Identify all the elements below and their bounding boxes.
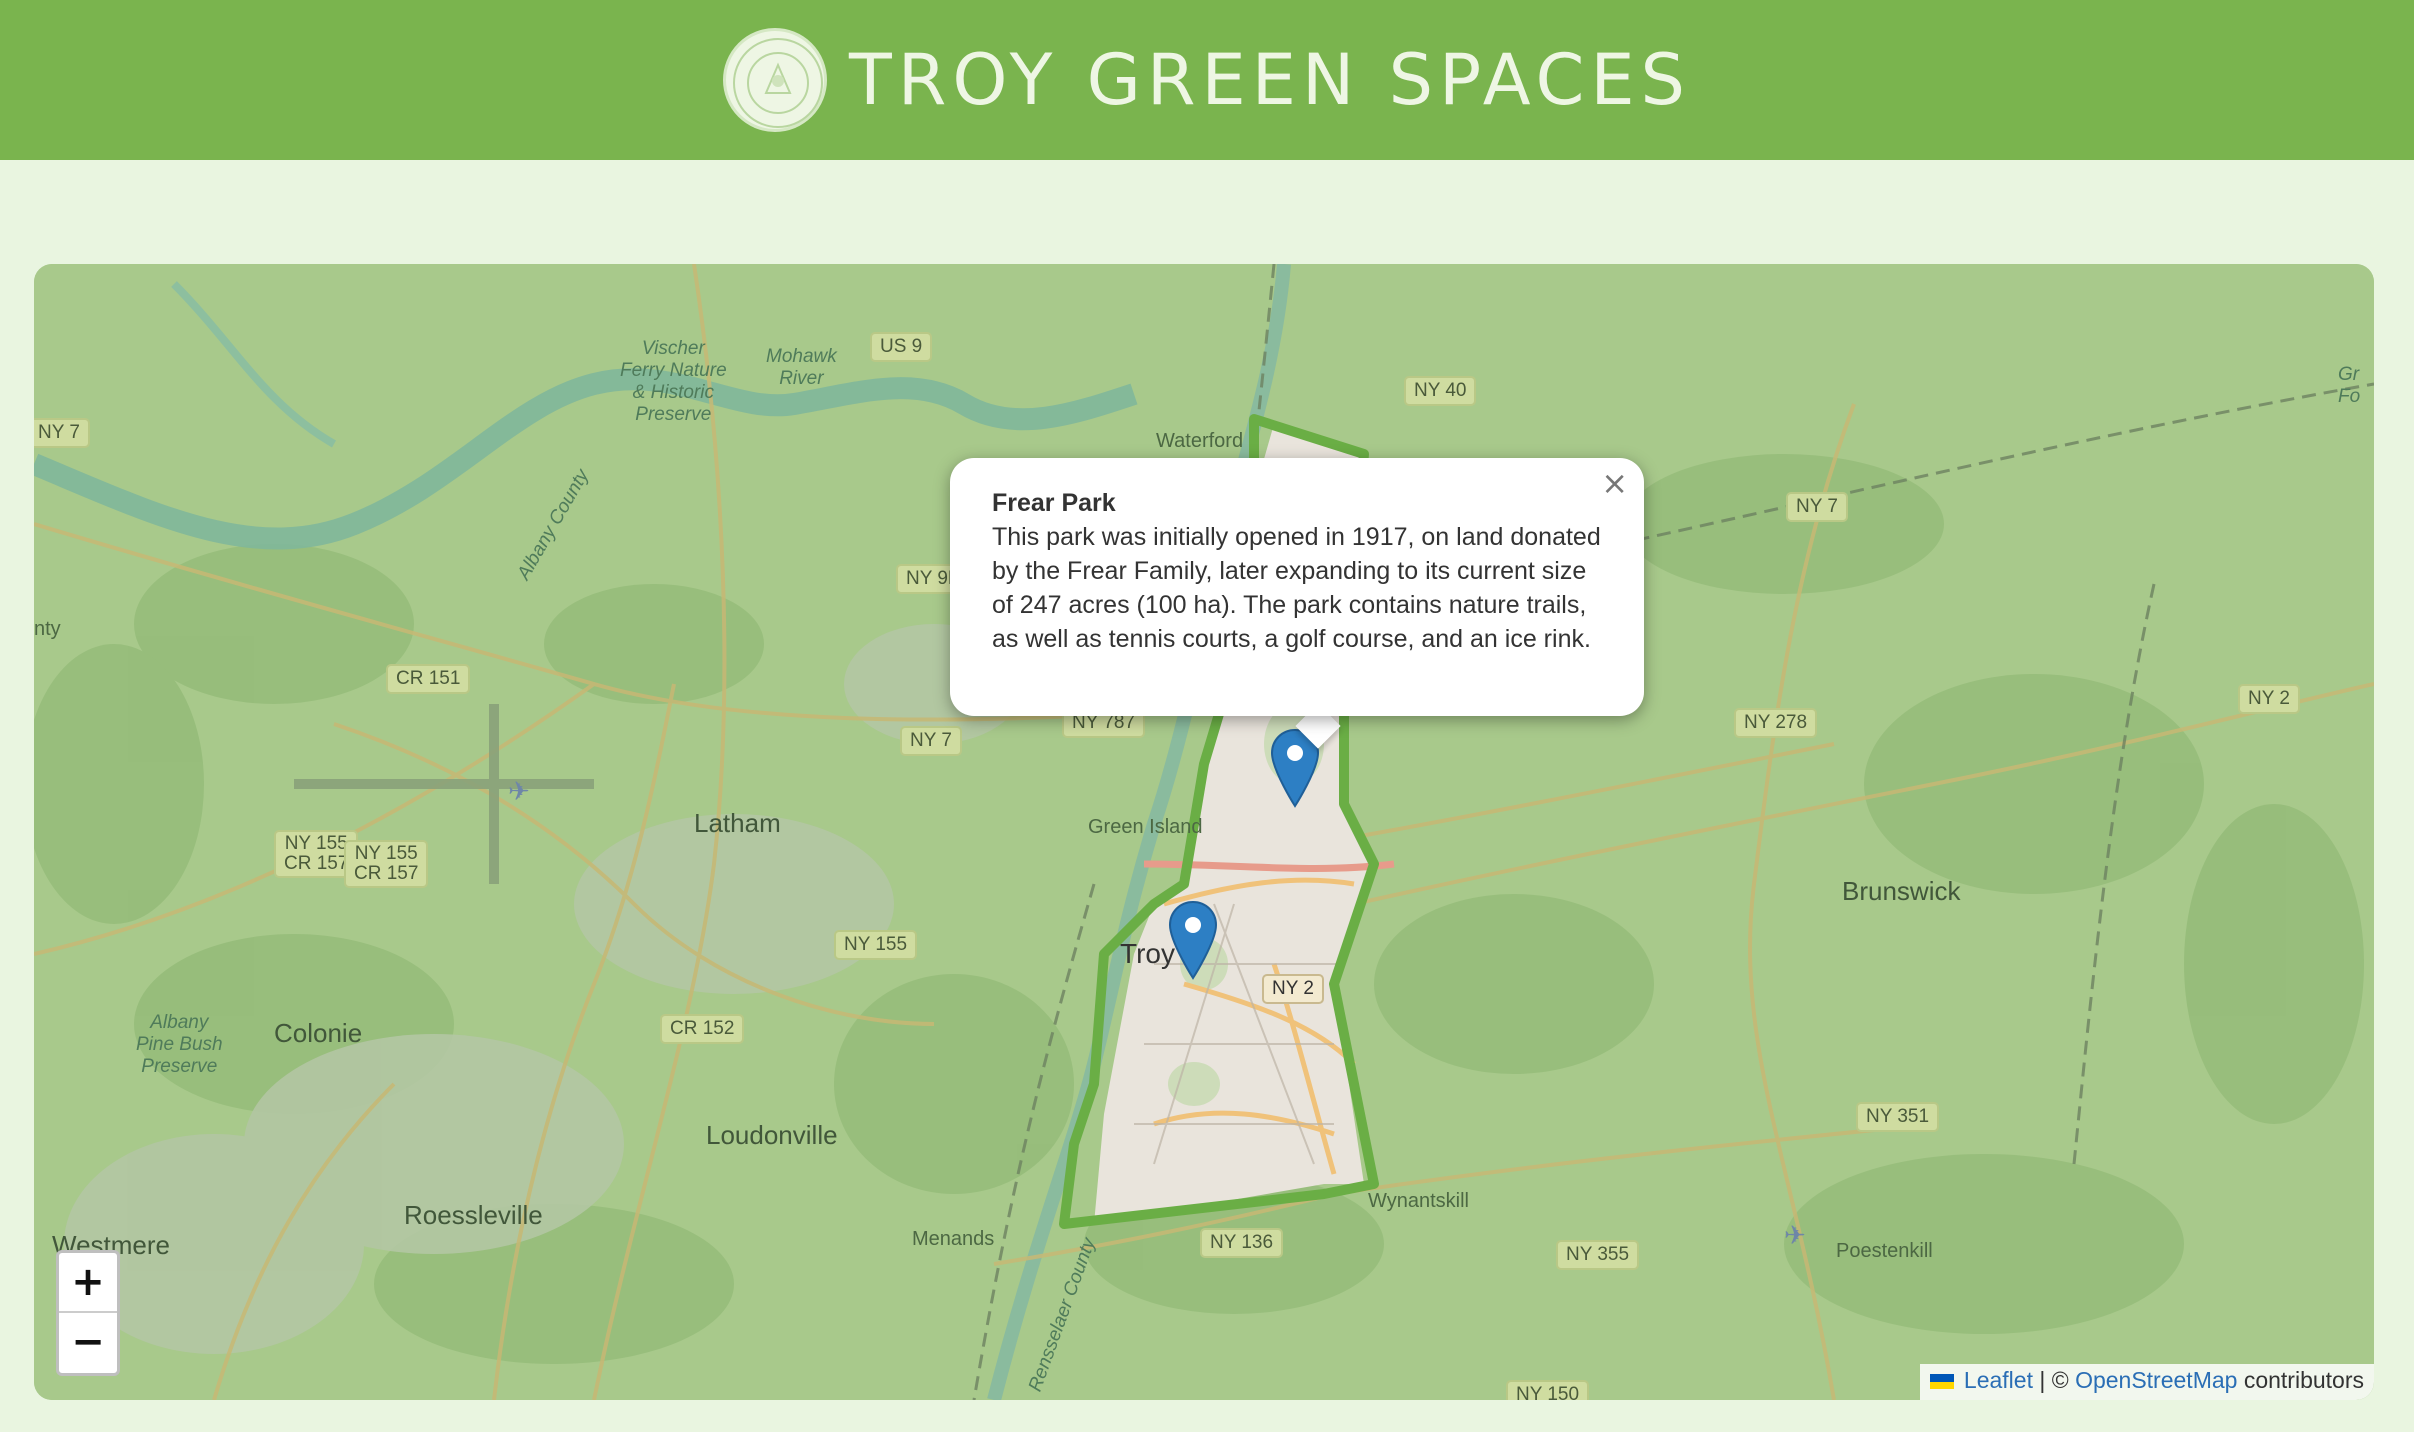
place-label-vischer: Vischer Ferry Nature & Historic Preserve xyxy=(620,338,727,425)
road-shield-us9: US 9 xyxy=(870,332,933,362)
leaflet-link[interactable]: Leaflet xyxy=(1964,1367,2033,1393)
place-label-colonie: Colonie xyxy=(274,1018,363,1048)
road-shield-ny136: NY 136 xyxy=(1200,1228,1284,1258)
road-shield-cr151: CR 151 xyxy=(386,664,471,694)
road-shield-cr152: CR 152 xyxy=(660,1014,745,1044)
road-shield-ny2-right: NY 2 xyxy=(2238,684,2300,714)
popup-title: Frear Park xyxy=(992,489,1116,517)
site-header: TROY GREEN SPACES xyxy=(0,0,2414,160)
road-shield-ny351: NY 351 xyxy=(1856,1102,1940,1132)
airport-icon-east: ✈ xyxy=(1784,1220,1806,1250)
place-label-poestenkill: Poestenkill xyxy=(1836,1240,1933,1262)
osm-link[interactable]: OpenStreetMap xyxy=(2075,1367,2237,1393)
place-label-waterford: Waterford xyxy=(1156,430,1244,452)
ukraine-flag-icon xyxy=(1929,1374,1954,1390)
zoom-in-button[interactable]: + xyxy=(59,1253,117,1313)
road-shield-ny7-mid: NY 7 xyxy=(900,726,962,756)
road-shield-ny150: NY 150 xyxy=(1506,1380,1590,1400)
road-shield-ny155-c: NY 155 xyxy=(834,930,918,960)
zoom-out-button[interactable]: − xyxy=(59,1313,117,1373)
place-label-troy: Troy xyxy=(1120,938,1175,969)
zoom-control: + − xyxy=(56,1250,120,1376)
road-shield-ny40: NY 40 xyxy=(1404,376,1477,406)
city-seal-icon xyxy=(723,28,827,132)
place-label-green-island: Green Island xyxy=(1088,816,1203,838)
road-shield-ny355: NY 355 xyxy=(1556,1240,1640,1270)
place-label-brunswick: Brunswick xyxy=(1842,876,1961,906)
site-title: TROY GREEN SPACES xyxy=(849,39,1691,121)
road-shield-ny278: NY 278 xyxy=(1734,708,1818,738)
place-label-wynantskill: Wynantskill xyxy=(1368,1190,1469,1212)
attribution-separator: | © xyxy=(2039,1367,2069,1393)
map-attribution: Leaflet | © OpenStreetMap contributors xyxy=(1919,1364,2374,1400)
place-label-latham: Latham xyxy=(694,808,781,838)
road-shield-ny155-b: NY 155 CR 157 xyxy=(344,840,429,888)
map-view[interactable]: Latham Colonie Loudonville Roessleville … xyxy=(34,264,2374,1400)
road-shield-ny7-left: NY 7 xyxy=(34,418,90,448)
place-label-loudonville: Loudonville xyxy=(706,1120,838,1150)
map-pin-icon[interactable] xyxy=(1168,900,1218,980)
airport-icon: ✈ xyxy=(508,776,530,806)
popup-body: This park was initially opened in 1917, … xyxy=(992,523,1601,653)
close-icon[interactable]: × xyxy=(1601,466,1628,500)
place-label-roessleville: Roessleville xyxy=(404,1200,543,1230)
place-label-albany-pine-bush: Albany Pine Bush Preserve xyxy=(136,1012,223,1077)
road-shield-ny2-troy: NY 2 xyxy=(1262,974,1324,1004)
place-label-menands: Menands xyxy=(912,1228,995,1250)
marker-popup: × Frear Park This park was initially ope… xyxy=(950,458,1644,716)
attribution-contributors: contributors xyxy=(2243,1367,2364,1393)
place-label-mohawk-river: Mohawk River xyxy=(766,346,837,389)
road-shield-ny7-right: NY 7 xyxy=(1786,492,1848,522)
place-label-gr-fo: Gr Fo xyxy=(2338,364,2361,407)
place-label-nty: nty xyxy=(34,618,61,640)
